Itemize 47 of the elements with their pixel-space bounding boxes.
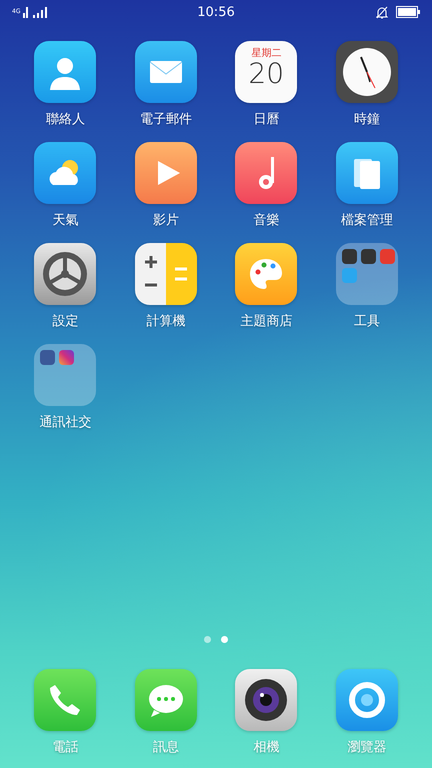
calendar-day: 20 — [248, 60, 284, 88]
app-label: 計算機 — [146, 313, 186, 330]
app-label: 檔案管理 — [340, 212, 393, 229]
app-label: 訊息 — [152, 739, 179, 756]
app-icon[interactable] — [134, 142, 197, 204]
clock-time: 10:56 — [197, 4, 235, 20]
muted-bell-icon — [376, 6, 388, 18]
app-label: 瀏覽器 — [347, 739, 386, 756]
calendar-weekday: 星期二 — [251, 46, 282, 60]
mini-app-icon — [380, 249, 395, 264]
app-label: 主題商店 — [240, 313, 292, 330]
app-label: 音樂 — [253, 212, 280, 229]
app-label: 天氣 — [52, 212, 78, 229]
mini-app-icon — [342, 249, 357, 264]
battery-icon — [396, 6, 420, 18]
app-icon[interactable] — [336, 142, 398, 204]
app-folder[interactable] — [34, 344, 96, 406]
app-icon[interactable] — [134, 41, 197, 103]
app-icon[interactable] — [34, 243, 96, 305]
mini-app-icon — [342, 268, 357, 283]
mini-app-icon — [360, 249, 376, 264]
app-label: 通訊社交 — [39, 414, 92, 431]
calendar-icon[interactable]: 星期二 20 — [235, 41, 298, 103]
app-label: 電子郵件 — [140, 111, 192, 128]
music-note-icon — [258, 157, 274, 189]
page-indicator-dot[interactable] — [204, 636, 211, 643]
app-label: 設定 — [52, 313, 78, 330]
app-label: 日曆 — [253, 111, 280, 128]
app-icon[interactable] — [336, 41, 398, 103]
signal-icon — [23, 6, 50, 18]
app-icon[interactable] — [34, 41, 96, 103]
app-label: 電話 — [52, 739, 78, 756]
app-icon[interactable] — [235, 142, 298, 204]
app-label: 時鐘 — [354, 111, 380, 128]
ring-icon — [346, 680, 387, 720]
mini-app-icon — [40, 350, 56, 365]
app-folder[interactable] — [336, 243, 398, 305]
app-label: 工具 — [354, 313, 380, 330]
mini-app-icon — [59, 350, 74, 365]
app-label: 相機 — [253, 739, 280, 756]
app-label: 影片 — [152, 212, 179, 229]
app-label: 聯絡人 — [46, 111, 85, 128]
app-icon[interactable] — [34, 142, 96, 204]
clock-icon — [340, 46, 393, 98]
app-icon[interactable] — [235, 669, 298, 731]
page-indicator-dot[interactable] — [221, 636, 228, 643]
app-icon[interactable] — [134, 243, 197, 305]
